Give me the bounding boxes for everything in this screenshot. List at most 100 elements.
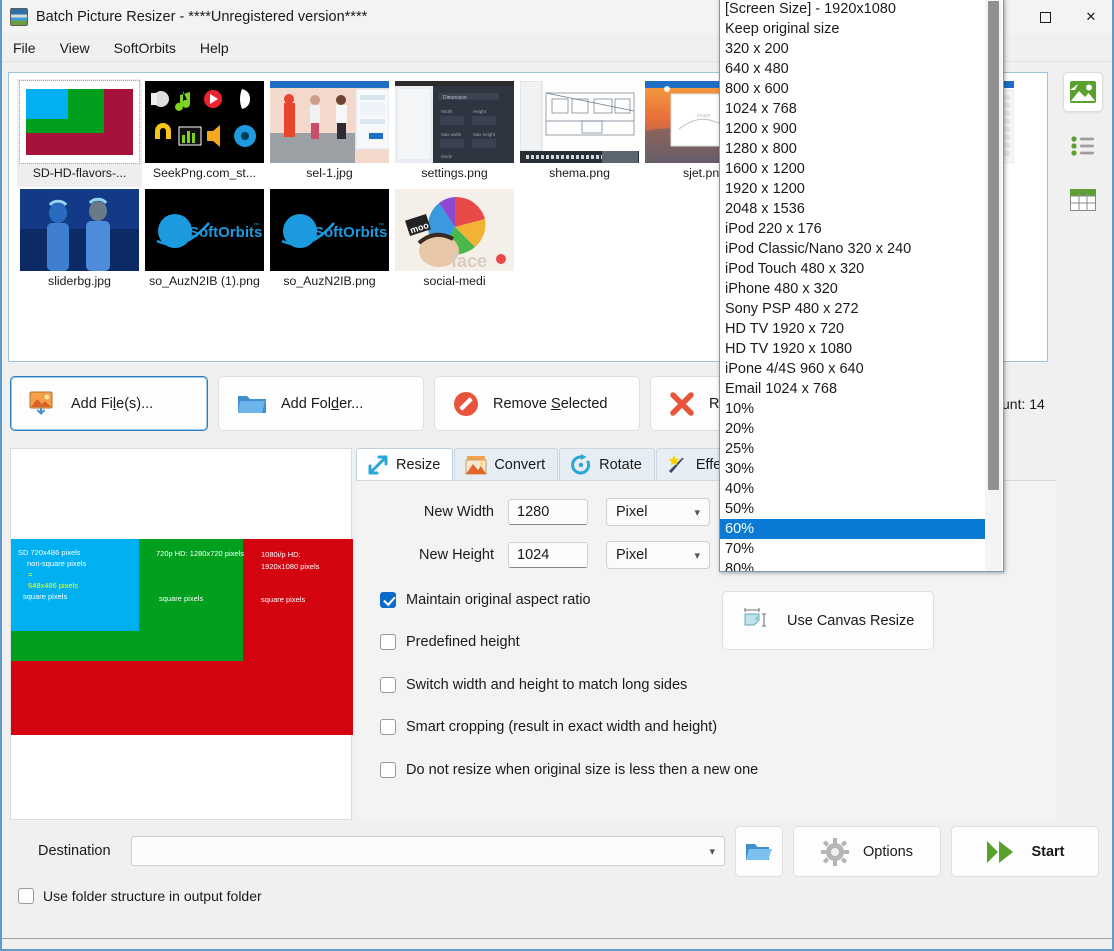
maintain-aspect-ratio-checkbox[interactable]: Maintain original aspect ratio — [380, 592, 591, 608]
convert-image-icon — [465, 455, 487, 475]
dropdown-option[interactable]: iPone 4/4S 960 x 640 — [720, 359, 985, 379]
dropdown-option[interactable]: 320 x 200 — [720, 39, 985, 59]
thumbnail-item[interactable]: sel-1.jpg — [267, 79, 392, 187]
remove-selected-button[interactable]: Remove Selected — [434, 376, 640, 431]
remove-all-label: R — [709, 396, 719, 412]
smart-cropping-checkbox[interactable]: Smart cropping (result in exact width an… — [380, 719, 717, 735]
sd-hd-flavors-thumbnail — [20, 81, 139, 163]
new-width-input[interactable]: 1280 — [508, 499, 588, 525]
dropdown-option[interactable]: [Screen Size] - 1920x1080 — [720, 0, 985, 19]
chevron-down-icon: ▾ — [694, 506, 700, 519]
thumbnail-item[interactable]: SeekPng.com_st... — [142, 79, 267, 187]
menu-item-view[interactable]: View — [49, 37, 101, 59]
blue-dancers-thumbnail — [20, 189, 139, 271]
thumbnail-item[interactable]: SD-HD-flavors-... — [17, 79, 142, 187]
table-icon — [1070, 189, 1096, 211]
tab-convert[interactable]: Convert — [454, 448, 558, 481]
details-view-button[interactable] — [1063, 180, 1103, 220]
use-canvas-resize-label: Use Canvas Resize — [787, 613, 914, 629]
svg-text:Max width: Max width — [441, 132, 462, 137]
new-width-unit-combo[interactable]: Pixel ▾ — [606, 498, 710, 526]
dropdown-option[interactable]: 10% — [720, 399, 985, 419]
menu-item-help[interactable]: Help — [189, 37, 240, 59]
dropdown-option[interactable]: 20% — [720, 419, 985, 439]
add-files-button[interactable]: Add File(s)... — [10, 376, 208, 431]
tab-rotate[interactable]: Rotate — [559, 448, 655, 481]
new-height-unit-combo[interactable]: Pixel ▾ — [606, 541, 710, 569]
resize-arrow-icon — [367, 454, 389, 476]
checkbox-box — [380, 634, 396, 650]
dropdown-option[interactable]: Keep original size — [720, 19, 985, 39]
dropdown-scrollbar[interactable] — [985, 0, 1002, 571]
use-folder-structure-checkbox[interactable]: Use folder structure in output folder — [18, 888, 262, 904]
use-folder-structure-label: Use folder structure in output folder — [43, 888, 262, 904]
thumbnail-filename: sel-1.jpg — [306, 166, 352, 181]
do-not-resize-checkbox[interactable]: Do not resize when original size is less… — [380, 762, 758, 778]
menu-item-softorbits[interactable]: SoftOrbits — [103, 37, 187, 59]
dropdown-option[interactable]: iPod Touch 480 x 320 — [720, 259, 985, 279]
thumbnail-item[interactable]: moofacesocial-medi — [392, 187, 517, 295]
svg-text:Height: Height — [473, 109, 487, 114]
dropdown-option[interactable]: Sony PSP 480 x 272 — [720, 299, 985, 319]
dropdown-option[interactable]: iPod Classic/Nano 320 x 240 — [720, 239, 985, 259]
options-button[interactable]: Options — [793, 826, 941, 877]
thumbnail-item[interactable]: sliderbg.jpg — [17, 187, 142, 295]
svg-text:1080i/p HD:: 1080i/p HD: — [261, 550, 301, 559]
status-bar — [0, 938, 1114, 951]
menu-item-file[interactable]: File — [2, 37, 47, 59]
folder-icon — [237, 392, 267, 416]
checkbox-box — [380, 719, 396, 735]
predefined-size-dropdown[interactable]: [Screen Size] - 1920x1080Keep original s… — [719, 0, 1004, 572]
dropdown-option[interactable]: 800 x 600 — [720, 79, 985, 99]
close-button[interactable]: ✕ — [1068, 0, 1114, 34]
browse-destination-button[interactable] — [735, 826, 783, 877]
dropdown-option[interactable]: 1600 x 1200 — [720, 159, 985, 179]
dropdown-scrollbar-thumb[interactable] — [988, 1, 999, 490]
svg-text:720p HD: 1280x720 pixels: 720p HD: 1280x720 pixels — [156, 549, 244, 558]
dropdown-option[interactable]: 70% — [720, 539, 985, 559]
dropdown-option[interactable]: iPod 220 x 176 — [720, 219, 985, 239]
dropdown-option[interactable]: 1200 x 900 — [720, 119, 985, 139]
dropdown-option[interactable]: 60% — [720, 519, 985, 539]
svg-text:648x486 pixels: 648x486 pixels — [28, 581, 78, 590]
dropdown-option[interactable]: 80% — [720, 559, 985, 572]
open-folder-icon — [745, 839, 773, 865]
predefined-height-checkbox[interactable]: Predefined height — [380, 634, 520, 650]
thumbnail-item[interactable]: SoftOrbits™so_AuzN2IB (1).png — [142, 187, 267, 295]
start-button[interactable]: Start — [951, 826, 1099, 877]
dropdown-option[interactable]: 40% — [720, 479, 985, 499]
list-view-button[interactable] — [1063, 126, 1103, 166]
destination-combo[interactable]: ▾ — [131, 836, 725, 866]
svg-text:™: ™ — [253, 222, 259, 229]
checkbox-box — [18, 888, 34, 904]
svg-text:™: ™ — [378, 222, 384, 229]
tab-resize[interactable]: Resize — [356, 448, 453, 481]
maximize-icon — [1040, 12, 1051, 23]
dropdown-option[interactable]: 1280 x 800 — [720, 139, 985, 159]
switch-width-height-checkbox[interactable]: Switch width and height to match long si… — [380, 677, 687, 693]
thumbnail-view-button[interactable] — [1063, 72, 1103, 112]
dropdown-option[interactable]: 2048 x 1536 — [720, 199, 985, 219]
predefined-height-label: Predefined height — [406, 634, 520, 650]
use-canvas-resize-button[interactable]: Use Canvas Resize — [722, 591, 934, 650]
add-folder-button[interactable]: Add Folder... — [218, 376, 424, 431]
thumbnail-item[interactable]: DimensionWidthHeightMax widthMax heightM… — [392, 79, 517, 187]
dropdown-option[interactable]: 640 x 480 — [720, 59, 985, 79]
thumbnail-item[interactable]: SoftOrbits™so_AuzN2IB.png — [267, 187, 392, 295]
dropdown-option[interactable]: 50% — [720, 499, 985, 519]
smart-cropping-label: Smart cropping (result in exact width an… — [406, 719, 717, 735]
dropdown-option[interactable]: HD TV 1920 x 1080 — [720, 339, 985, 359]
social-media-thumbnail: mooface — [395, 189, 514, 271]
dropdown-option[interactable]: 30% — [720, 459, 985, 479]
dropdown-option[interactable]: 25% — [720, 439, 985, 459]
green-arrow-icon — [985, 839, 1017, 865]
add-folder-label: Add Folder... — [281, 396, 363, 412]
dropdown-option[interactable]: 1024 x 768 — [720, 99, 985, 119]
new-height-input[interactable]: 1024 — [508, 542, 588, 568]
dropdown-option[interactable]: Email 1024 x 768 — [720, 379, 985, 399]
dropdown-option[interactable]: 1920 x 1200 — [720, 179, 985, 199]
maximize-button[interactable] — [1022, 0, 1068, 34]
dropdown-option[interactable]: iPhone 480 x 320 — [720, 279, 985, 299]
thumbnail-item[interactable]: shema.png — [517, 79, 642, 187]
dropdown-option[interactable]: HD TV 1920 x 720 — [720, 319, 985, 339]
